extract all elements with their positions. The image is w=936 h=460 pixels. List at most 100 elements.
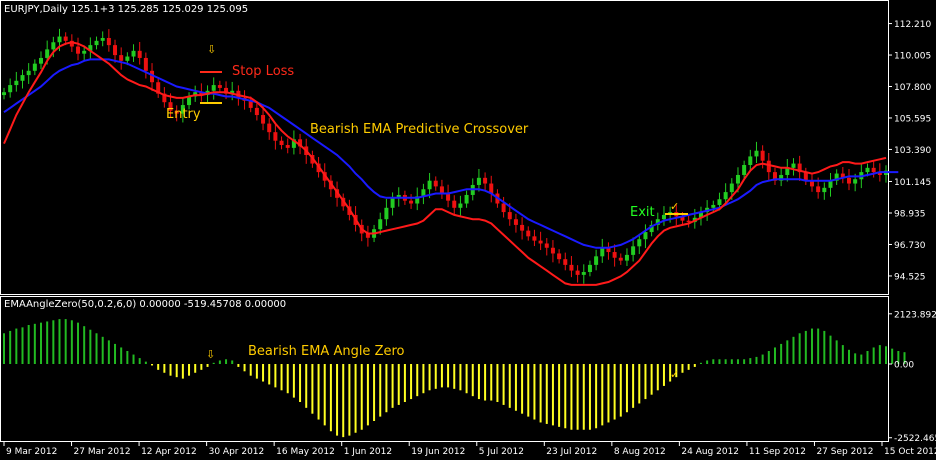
candle	[464, 190, 469, 208]
indicator-tick-label: -2522.4650	[894, 434, 936, 444]
indicator-tick-label: 2123.8923	[894, 310, 936, 320]
candle	[476, 168, 481, 192]
price-tick-label: 107.800	[894, 83, 931, 93]
price-tick-label: 94.525	[894, 272, 926, 282]
candle-body	[217, 85, 222, 88]
candle-body	[526, 230, 531, 237]
candle	[766, 153, 771, 181]
candle-body	[766, 160, 771, 173]
candle	[772, 167, 777, 185]
candle	[643, 224, 648, 249]
candle-body	[557, 253, 562, 260]
candle	[446, 184, 451, 208]
indicator-arrow-icon: ⇩	[206, 348, 215, 361]
candle-body	[76, 46, 81, 54]
candle-body	[661, 214, 666, 220]
candle-body	[742, 164, 747, 175]
exit-label: Exit	[630, 205, 655, 220]
candle-body	[760, 150, 765, 161]
candle	[797, 155, 802, 181]
candle	[563, 252, 568, 271]
price-tick-label: 101.145	[894, 178, 931, 188]
candle	[840, 166, 845, 184]
candle	[211, 77, 216, 100]
price-tick-label: 96.730	[894, 241, 926, 251]
chart-canvas: 112.210 110.005 107.800 105.595 103.390 101.1…	[0, 0, 936, 457]
x-tick-label: 30 Apr 2012	[209, 447, 265, 457]
candle	[606, 242, 611, 260]
candle-body	[20, 75, 25, 81]
candle	[156, 77, 161, 98]
x-tick-label: 12 Apr 2012	[141, 447, 197, 457]
candle	[279, 136, 284, 150]
candle-body	[267, 123, 272, 133]
price-tick-label: 105.595	[894, 114, 931, 124]
x-tick-label: 1 Jun 2012	[344, 447, 392, 457]
crossover-label: Bearish EMA Predictive Crossover	[310, 122, 529, 137]
stop-loss-label: Stop Loss	[232, 64, 294, 79]
candle	[433, 176, 438, 191]
candle-body	[538, 240, 543, 244]
entry-label: Entry	[166, 107, 201, 122]
candle-body	[39, 57, 44, 64]
candle	[791, 158, 796, 176]
candle-body	[125, 56, 130, 61]
candle-body	[113, 45, 118, 56]
candle	[217, 80, 222, 93]
candle	[655, 212, 660, 231]
candle-body	[119, 55, 124, 61]
x-axis: 9 Mar 2012 27 Mar 2012 12 Apr 2012 30 Apr 2…	[3, 441, 936, 457]
candle-body	[563, 259, 568, 265]
candle-body	[735, 174, 740, 184]
candle	[618, 253, 623, 265]
candle	[193, 85, 198, 102]
candle-body	[439, 186, 444, 194]
x-tick-label: 27 Sep 2012	[816, 447, 873, 457]
candle-body	[433, 180, 438, 187]
candle-body	[631, 246, 636, 255]
candle	[483, 172, 488, 192]
candle-body	[520, 224, 525, 231]
candle-body	[507, 212, 512, 220]
candle	[452, 195, 457, 216]
candle-body	[544, 243, 549, 248]
candle-body	[550, 247, 555, 254]
candle-body	[143, 57, 148, 71]
candle-body	[14, 80, 19, 86]
candle	[415, 187, 420, 211]
indicator-y-axis: 2123.8923 0.00 -2522.4650	[888, 310, 936, 444]
candle	[131, 44, 136, 62]
candle-body	[261, 115, 266, 124]
candle	[581, 264, 586, 284]
indicator-tick-label: 0.00	[894, 361, 914, 371]
candle-body	[513, 219, 518, 225]
candle-body	[254, 107, 259, 116]
candle	[267, 118, 272, 140]
candle-body	[57, 36, 62, 43]
price-tick-label: 112.210	[894, 20, 931, 30]
candle-body	[569, 264, 574, 271]
candle	[137, 41, 142, 65]
exit-check-icon: ✓	[670, 200, 679, 213]
candle-body	[612, 252, 617, 258]
candle	[754, 141, 759, 163]
candle-body	[8, 85, 13, 93]
candle-body	[26, 70, 31, 76]
candle	[88, 37, 93, 60]
price-tick-label: 98.935	[894, 210, 926, 220]
candle	[594, 249, 599, 271]
x-tick-label: 9 Mar 2012	[6, 447, 57, 457]
candle-body	[82, 50, 87, 54]
candle-body	[458, 203, 463, 208]
candle-body	[748, 156, 753, 165]
candle-body	[483, 177, 488, 184]
candle	[809, 174, 814, 192]
candle-body	[63, 36, 68, 41]
candle	[587, 260, 592, 277]
candle	[661, 206, 666, 226]
candle	[162, 87, 167, 108]
candle	[779, 168, 784, 187]
x-tick-label: 11 Sep 2012	[749, 447, 806, 457]
candle	[8, 78, 13, 98]
candle-body	[618, 257, 623, 261]
